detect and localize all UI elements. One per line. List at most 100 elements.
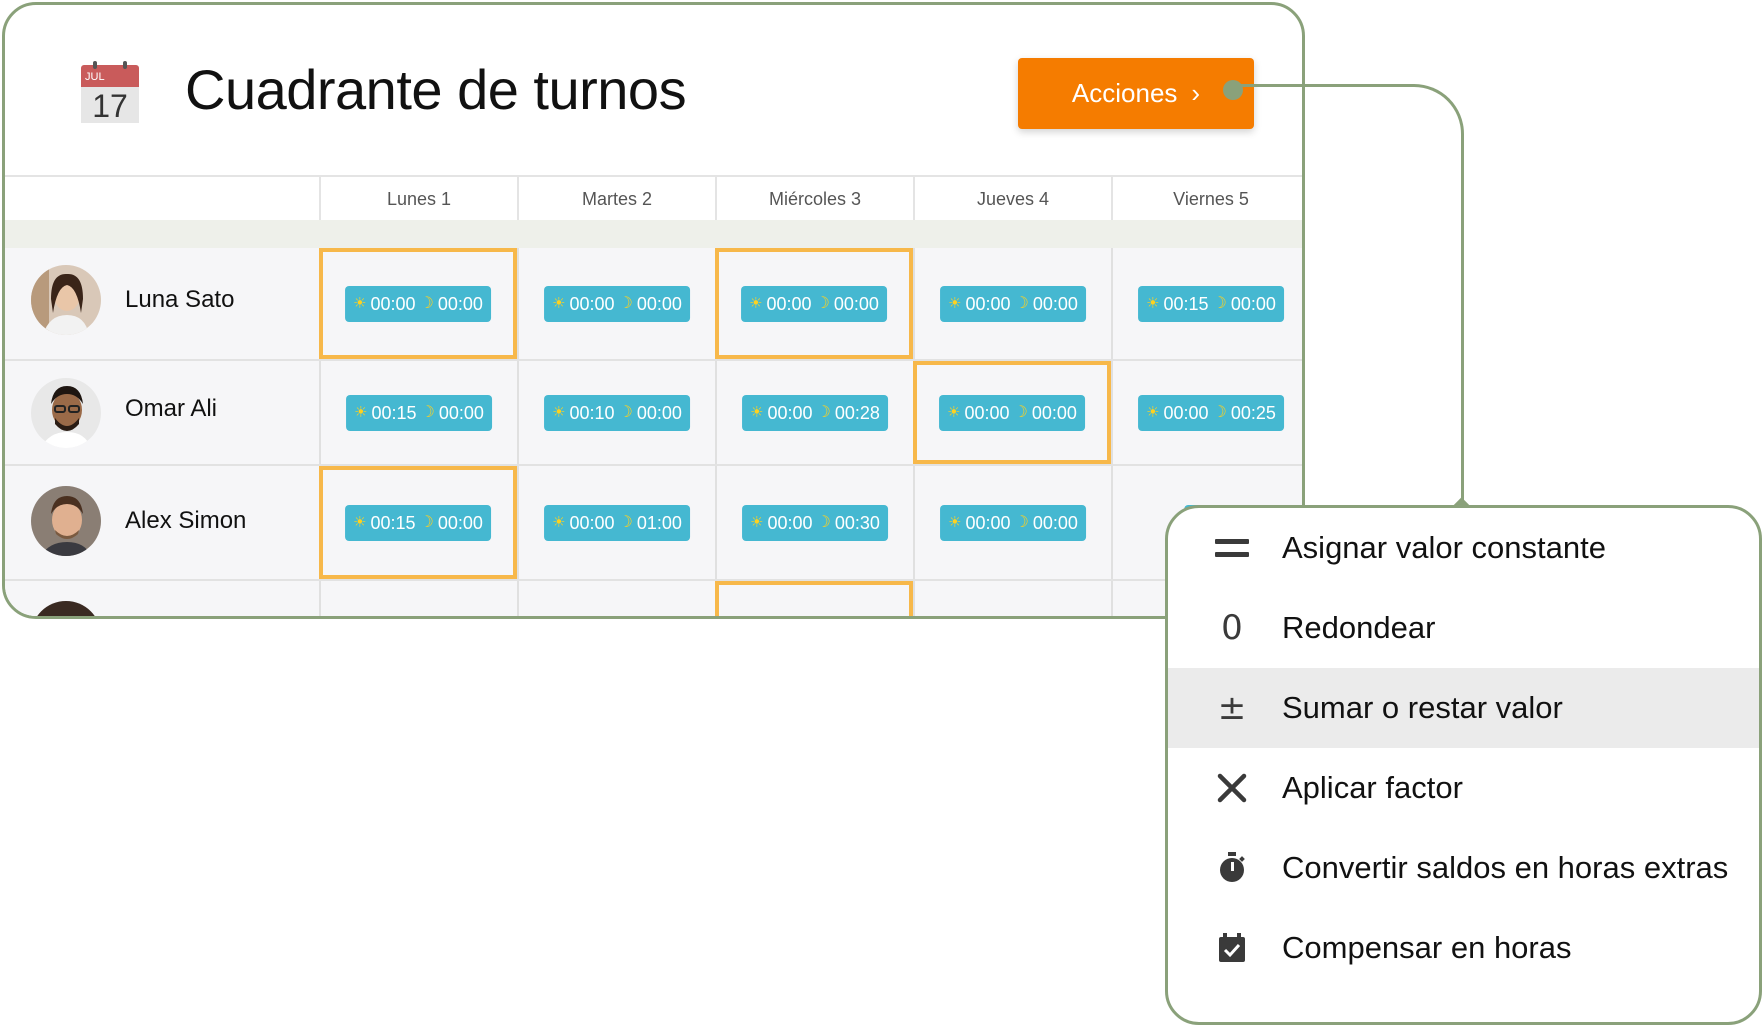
shift-cell[interactable]: ☀ 00:00 ☽ 00:00 xyxy=(913,361,1111,464)
sun-icon: ☀ xyxy=(354,403,368,421)
actions-menu: Asignar valor constante 0 Redondear ± Su… xyxy=(1165,505,1762,1025)
moon-icon: ☽ xyxy=(618,513,633,531)
shift-cell[interactable]: ☀ 00:00 ☽ 00:28 xyxy=(715,361,913,464)
shift-cell[interactable] xyxy=(715,581,913,616)
sun-icon: ☀ xyxy=(948,294,962,312)
menu-item-compensate-hours[interactable]: Compensar en horas xyxy=(1168,908,1759,988)
shift-chip[interactable]: ☀ 00:15 ☽ 00:00 xyxy=(345,504,491,541)
moon-icon: ☽ xyxy=(816,403,831,421)
calendar-day: 17 xyxy=(81,87,139,124)
shift-chip[interactable]: ☀ 00:00 ☽ 00:00 xyxy=(940,285,1086,322)
employee-name[interactable]: Luna Sato xyxy=(125,286,234,314)
shift-cell[interactable] xyxy=(913,581,1111,616)
moon-icon: ☽ xyxy=(618,403,633,421)
shift-cell[interactable]: ☀ 00:00 ☽ 00:00 xyxy=(913,248,1111,359)
shift-cell[interactable]: ☀ 00:00 ☽ 00:30 xyxy=(715,466,913,579)
avatar xyxy=(31,265,101,335)
calendar-check-icon xyxy=(1212,928,1252,968)
employee-cell: Alex Simon xyxy=(5,466,319,579)
moon-icon: ☽ xyxy=(1014,294,1029,312)
day-header-row: Lunes 1 Martes 2 Miércoles 3 Jueves 4 Vi… xyxy=(5,175,1302,222)
menu-item-label: Convertir saldos en horas extras xyxy=(1282,850,1729,885)
moon-icon: ☽ xyxy=(618,294,633,312)
sun-icon: ☀ xyxy=(1146,294,1160,312)
sun-icon: ☀ xyxy=(353,513,367,531)
shift-chip[interactable]: ☀ 00:00 ☽ 00:00 xyxy=(544,285,690,322)
sun-icon: ☀ xyxy=(552,403,566,421)
stopwatch-icon xyxy=(1212,848,1252,888)
shift-chip[interactable]: ☀ 00:00 ☽ 00:28 xyxy=(742,394,888,431)
menu-item-label: Sumar o restar valor xyxy=(1282,690,1563,725)
shift-cell[interactable] xyxy=(517,581,715,616)
shift-chip[interactable]: ☀ 00:00 ☽ 01:00 xyxy=(544,504,690,541)
employee-cell: Luna Sato xyxy=(5,248,319,359)
calendar-month: JUL xyxy=(81,65,139,87)
shift-cell[interactable]: ☀ 00:15 ☽ 00:00 xyxy=(319,361,517,464)
employee-cell xyxy=(5,581,319,616)
moon-icon: ☽ xyxy=(419,513,434,531)
shift-chip[interactable]: ☀ 00:10 ☽ 00:00 xyxy=(544,394,690,431)
actions-button[interactable]: Acciones › xyxy=(1018,58,1254,129)
moon-icon: ☽ xyxy=(419,294,434,312)
employee-row: Omar Ali ☀ 00:15 ☽ 00:00 ☀ 00:10 ☽ 00:00 ☀ 00:0… xyxy=(5,361,1302,466)
moon-icon: ☽ xyxy=(420,403,435,421)
plus-minus-icon: ± xyxy=(1217,688,1247,728)
shift-cell[interactable]: ☀ 00:00 ☽ 00:00 xyxy=(517,248,715,359)
menu-item-round[interactable]: 0 Redondear xyxy=(1168,588,1759,668)
employee-name[interactable]: Omar Ali xyxy=(125,395,217,423)
sun-icon: ☀ xyxy=(552,294,566,312)
moon-icon: ☽ xyxy=(1212,403,1227,421)
moon-icon: ☽ xyxy=(1013,403,1028,421)
shift-cell[interactable]: ☀ 00:00 ☽ 01:00 xyxy=(517,466,715,579)
menu-item-add-subtract[interactable]: ± Sumar o restar valor xyxy=(1168,668,1759,748)
avatar xyxy=(31,378,101,448)
menu-item-apply-factor[interactable]: Aplicar factor xyxy=(1168,748,1759,828)
menu-item-convert-overtime[interactable]: Convertir saldos en horas extras xyxy=(1168,828,1759,908)
day-header-mon[interactable]: Lunes 1 xyxy=(319,177,517,222)
sun-icon: ☀ xyxy=(749,294,763,312)
actions-label: Acciones xyxy=(1071,78,1178,108)
shift-cell[interactable]: ☀ 00:00 ☽ 00:00 xyxy=(913,466,1111,579)
shift-chip[interactable]: ☀ 00:00 ☽ 00:30 xyxy=(742,504,888,541)
day-header-wed[interactable]: Miércoles 3 xyxy=(715,177,913,222)
employee-name[interactable]: Alex Simon xyxy=(125,507,246,535)
times-icon xyxy=(1212,768,1252,808)
menu-item-label: Asignar valor constante xyxy=(1282,530,1606,565)
sun-icon: ☀ xyxy=(1146,403,1160,421)
employee-row: Luna Sato ☀ 00:00 ☽ 00:00 ☀ 00:00 ☽ 00:00 ☀ 00:… xyxy=(5,248,1302,361)
shift-cell[interactable]: ☀ 00:10 ☽ 00:00 xyxy=(517,361,715,464)
shift-chip[interactable]: ☀ 00:00 ☽ 00:00 xyxy=(741,285,887,322)
shift-cell[interactable] xyxy=(319,581,517,616)
shift-schedule-window: JUL 17 Cuadrante de turnos Acciones › Lu… xyxy=(2,2,1305,619)
shift-cell[interactable]: ☀ 00:15 ☽ 00:00 xyxy=(319,466,517,579)
shift-chip[interactable]: ☀ 00:00 ☽ 00:00 xyxy=(939,394,1085,431)
avatar xyxy=(31,486,101,556)
moon-icon: ☽ xyxy=(1014,513,1029,531)
moon-icon: ☽ xyxy=(816,513,831,531)
day-header-tue[interactable]: Martes 2 xyxy=(517,177,715,222)
avatar xyxy=(31,601,101,616)
connector-line xyxy=(1232,84,1464,508)
shift-chip[interactable]: ☀ 00:15 ☽ 00:00 xyxy=(346,394,492,431)
sun-icon: ☀ xyxy=(947,403,961,421)
shift-cell[interactable]: ☀ 00:00 ☽ 00:00 xyxy=(715,248,913,359)
moon-icon: ☽ xyxy=(815,294,830,312)
page-title: Cuadrante de turnos xyxy=(185,58,687,121)
sun-icon: ☀ xyxy=(750,403,764,421)
sun-icon: ☀ xyxy=(948,513,962,531)
sun-icon: ☀ xyxy=(750,513,764,531)
zero-icon: 0 xyxy=(1221,608,1243,648)
equals-icon xyxy=(1212,528,1252,568)
shift-cell[interactable]: ☀ 00:00 ☽ 00:00 xyxy=(319,248,517,359)
employee-row xyxy=(5,581,1302,616)
sun-icon: ☀ xyxy=(353,294,367,312)
menu-item-assign-constant[interactable]: Asignar valor constante xyxy=(1168,508,1759,588)
employee-cell: Omar Ali xyxy=(5,361,319,464)
header: JUL 17 Cuadrante de turnos Acciones › xyxy=(5,5,1302,175)
day-header-thu[interactable]: Jueves 4 xyxy=(913,177,1111,222)
shift-chip[interactable]: ☀ 00:00 ☽ 00:00 xyxy=(345,285,491,322)
menu-item-label: Redondear xyxy=(1282,610,1436,645)
shift-chip[interactable]: ☀ 00:00 ☽ 00:00 xyxy=(940,504,1086,541)
connector-dot xyxy=(1223,80,1243,100)
header-band xyxy=(5,220,1302,248)
